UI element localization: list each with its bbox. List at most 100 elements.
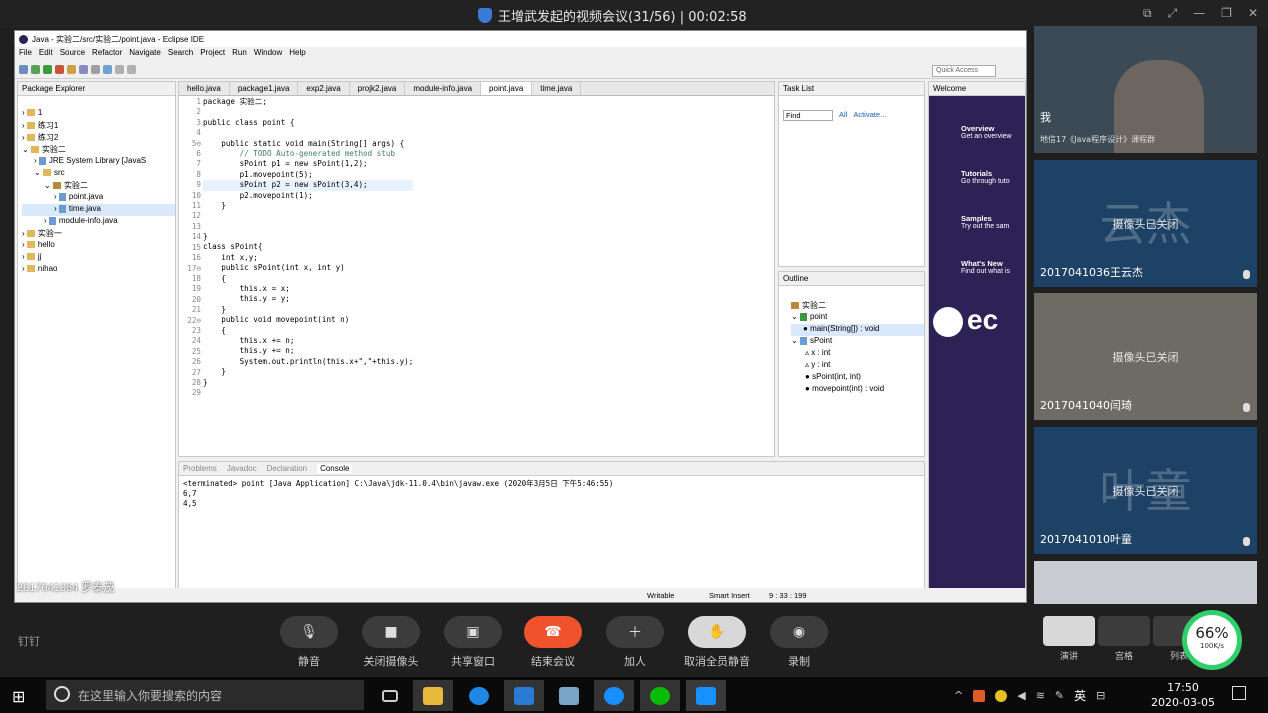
fullscreen-icon[interactable]: ⤢ — [1168, 6, 1178, 21]
debug-icon[interactable] — [55, 65, 64, 74]
speaker-view-button[interactable]: 演讲 — [1043, 616, 1095, 662]
toggle-icon[interactable] — [91, 65, 100, 74]
task-find-input[interactable]: Find — [783, 110, 833, 121]
nav-back-icon[interactable] — [115, 65, 124, 74]
taskbar-search-input[interactable]: 在这里输入你要搜索的内容 — [46, 680, 364, 710]
search-icon[interactable] — [79, 65, 88, 74]
add-person-button[interactable]: ＋加人 — [604, 616, 666, 669]
tab-declaration[interactable]: Declaration — [267, 464, 307, 473]
ime-mode-icon[interactable]: ⊟ — [1096, 689, 1105, 702]
outline-item[interactable]: ▵ x : int — [791, 348, 924, 360]
windows-start-icon[interactable]: ⊞ — [12, 687, 25, 706]
welcome-tutorials[interactable]: Tutorials Go through tuto — [961, 169, 1010, 185]
tray-app-icon[interactable] — [973, 689, 986, 702]
mute-button[interactable]: 🎙 静音 — [278, 616, 340, 669]
annotation-icon[interactable] — [103, 65, 112, 74]
nav-forward-icon[interactable] — [127, 65, 136, 74]
close-icon[interactable]: ✕ — [1248, 6, 1258, 21]
outline-item[interactable]: ● movepoint(int) : void — [791, 384, 924, 396]
minimize-icon[interactable]: — — [1193, 6, 1205, 21]
outline-item[interactable]: ● sPoint(int, int) — [791, 372, 924, 384]
participant-tile[interactable]: 云杰 摄像头已关闭 2017041036王云杰 — [1034, 160, 1257, 287]
tab-console[interactable]: Console — [317, 464, 353, 473]
meeting-app-icon[interactable] — [686, 680, 726, 711]
restore-icon[interactable]: ❐ — [1221, 6, 1232, 21]
tree-item[interactable]: › 1 — [22, 108, 175, 120]
welcome-tab[interactable]: Welcome — [933, 84, 966, 93]
tab-hello-java[interactable]: hello.java — [179, 82, 230, 95]
quick-access-input[interactable]: Quick Access — [932, 65, 996, 77]
record-button[interactable]: ◉ 录制 — [768, 616, 830, 669]
tree-item[interactable]: › point.java — [22, 192, 175, 204]
wechat-icon[interactable] — [640, 680, 680, 711]
outline-item[interactable]: ⌄ point — [791, 312, 924, 324]
code-editor[interactable]: hello.java package1.java exp2.java projk… — [178, 81, 775, 457]
edge-icon[interactable] — [459, 680, 499, 711]
app-icon[interactable] — [549, 680, 589, 711]
tree-item[interactable]: › jj — [22, 252, 175, 264]
grid-view-button[interactable]: 宫格 — [1098, 616, 1150, 662]
tree-item[interactable]: › nihao — [22, 264, 175, 276]
menu-edit[interactable]: Edit — [39, 48, 53, 60]
tray-expand-icon[interactable]: ^ — [954, 689, 963, 702]
menu-project[interactable]: Project — [200, 48, 225, 60]
unmute-all-button[interactable]: ✋ 取消全员静音 — [680, 616, 754, 669]
menu-run[interactable]: Run — [232, 48, 247, 60]
tree-item[interactable]: › 练习1 — [22, 120, 175, 132]
tree-item[interactable]: ⌄ 实验二 — [22, 180, 175, 192]
notification-icon[interactable] — [1232, 686, 1246, 700]
task-activate-link[interactable]: Activate... — [853, 110, 886, 121]
tree-item[interactable]: › module-info.java — [22, 216, 175, 228]
tree-item[interactable]: ⌄ 实验二 — [22, 144, 175, 156]
tab-problems[interactable]: Problems — [183, 464, 217, 473]
menu-help[interactable]: Help — [289, 48, 305, 60]
welcome-overview[interactable]: Overview Get an overview — [961, 124, 1012, 140]
menu-file[interactable]: File — [19, 48, 32, 60]
welcome-samples[interactable]: Samples Try out the sam — [961, 214, 1009, 230]
save-icon[interactable] — [31, 65, 40, 74]
screenshot-icon[interactable]: ⧉ — [1143, 6, 1152, 21]
tab-time-java[interactable]: time.java — [532, 82, 582, 95]
outline-item[interactable]: ▵ y : int — [791, 360, 924, 372]
tab-projk2-java[interactable]: projk2.java — [350, 82, 406, 95]
welcome-whats-new[interactable]: What's New Find out what is — [961, 259, 1010, 275]
task-view-icon[interactable] — [370, 680, 410, 711]
camera-off-button[interactable]: ■ 关闭摄像头 — [360, 616, 422, 669]
dingtalk-icon[interactable] — [594, 680, 634, 711]
participant-tile[interactable] — [1034, 561, 1257, 604]
run-icon[interactable] — [43, 65, 52, 74]
participant-tile[interactable]: 摄像头已关闭 2017041040闫琦 — [1034, 293, 1257, 420]
taskbar-clock[interactable]: 17:50 2020-03-05 — [1148, 680, 1218, 710]
outline-item[interactable]: ⌄ sPoint — [791, 336, 924, 348]
new-icon[interactable] — [19, 65, 28, 74]
menu-source[interactable]: Source — [60, 48, 85, 60]
outline-tab[interactable]: Outline — [783, 274, 808, 283]
tab-exp2-java[interactable]: exp2.java — [298, 82, 350, 95]
participant-tile[interactable]: 叶童 摄像头已关闭 2017041010叶童 — [1034, 427, 1257, 554]
tree-item[interactable]: ⌄ src — [22, 168, 175, 180]
task-all-link[interactable]: All — [839, 110, 847, 121]
open-type-icon[interactable] — [67, 65, 76, 74]
menu-window[interactable]: Window — [254, 48, 282, 60]
file-explorer-icon[interactable] — [413, 680, 453, 711]
menu-navigate[interactable]: Navigate — [129, 48, 161, 60]
outline-item[interactable]: 实验二 — [791, 300, 924, 312]
tray-app-icon[interactable] — [995, 689, 1008, 702]
tree-item[interactable]: › 实验一 — [22, 228, 175, 240]
share-window-button[interactable]: ▣ 共享窗口 — [442, 616, 504, 669]
tree-item[interactable]: › JRE System Library [JavaS — [22, 156, 175, 168]
tree-item-selected[interactable]: › time.java — [22, 204, 175, 216]
tab-module-info-java[interactable]: module-info.java — [405, 82, 482, 95]
tab-javadoc[interactable]: Javadoc — [227, 464, 257, 473]
tree-item[interactable]: › 练习2 — [22, 132, 175, 144]
menu-refactor[interactable]: Refactor — [92, 48, 122, 60]
package-explorer-tab[interactable]: Package Explorer — [22, 84, 85, 93]
end-meeting-button[interactable]: ☎ 结束会议 — [522, 616, 584, 669]
outline-item-selected[interactable]: ● main(String[]) : void — [791, 324, 924, 336]
tree-item[interactable]: › hello — [22, 240, 175, 252]
tab-package1-java[interactable]: package1.java — [230, 82, 299, 95]
pen-icon[interactable]: ✎ — [1055, 689, 1064, 702]
participant-tile-self[interactable]: 我 地信17《Java程序设计》课程群 — [1034, 26, 1257, 153]
tab-point-java[interactable]: point.java — [481, 82, 533, 95]
task-list-tab[interactable]: Task List — [783, 84, 814, 93]
